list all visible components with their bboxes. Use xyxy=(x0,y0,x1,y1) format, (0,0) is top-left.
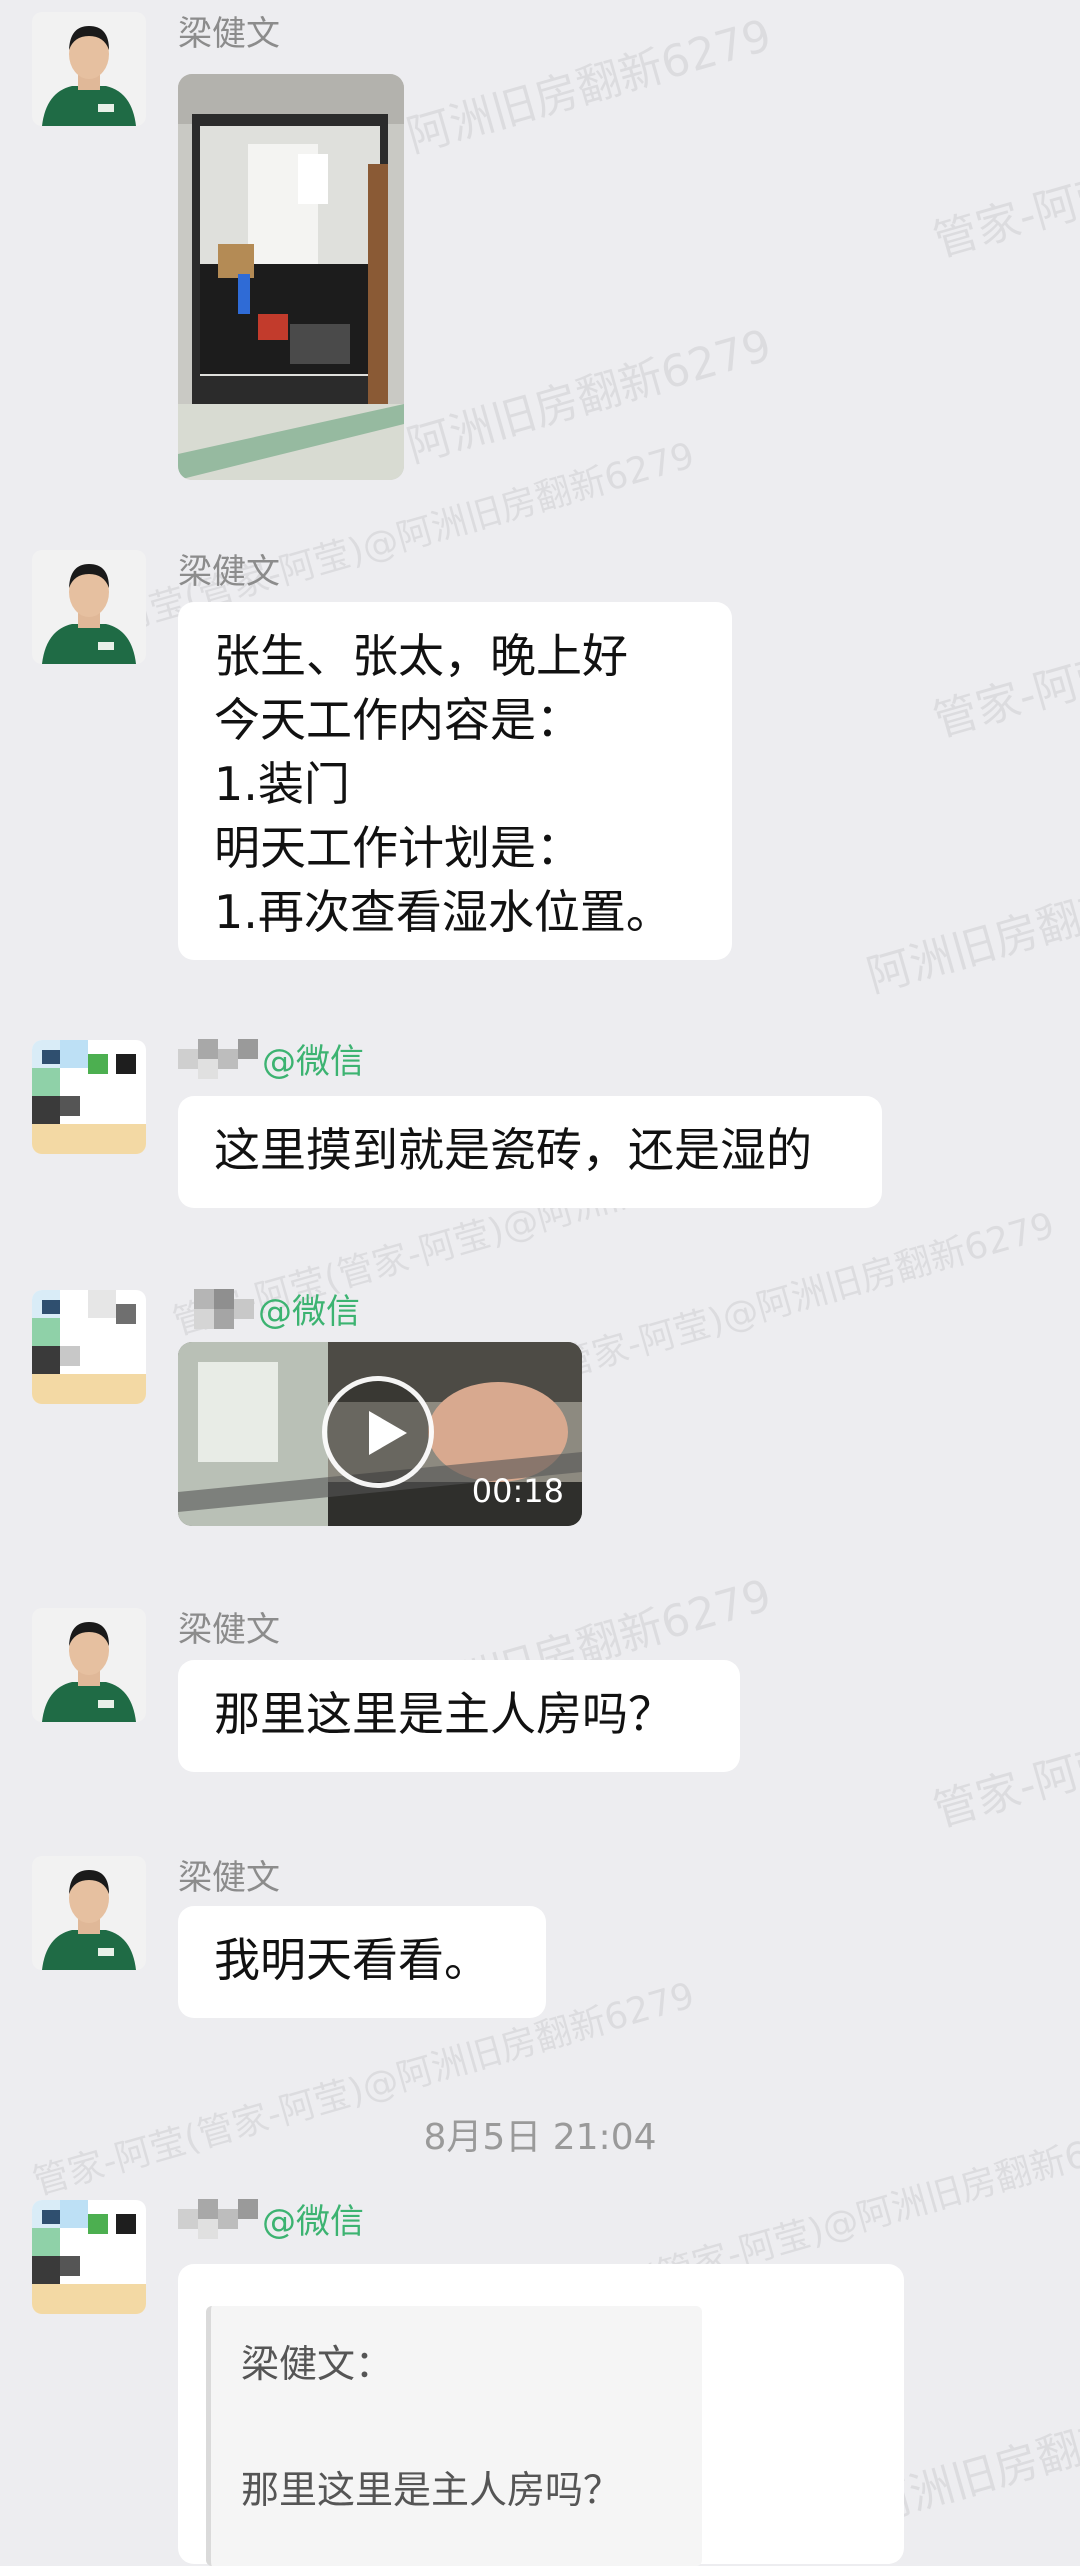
wechat-tag: @微信 xyxy=(258,1292,360,1332)
message-bubble[interactable]: 这里摸到就是瓷砖，还是湿的 xyxy=(178,1096,882,1208)
watermark-text: 阿洲旧房翻新6279 xyxy=(861,849,1080,1003)
message-line: 1.装门 xyxy=(214,757,350,811)
message-bubble[interactable]: 那里这里是主人房吗？ xyxy=(178,1660,740,1772)
sender-name: 梁健文 xyxy=(178,14,280,54)
sender-name: @微信 xyxy=(194,1284,360,1333)
sender-name: 梁健文 xyxy=(178,1610,280,1650)
pixelated-name xyxy=(178,2198,258,2239)
message-line: 1.再次查看湿水位置。 xyxy=(214,885,672,939)
video-duration: 00:18 xyxy=(471,1472,564,1510)
quoted-message[interactable]: 梁健文： 那里这里是主人房吗？ xyxy=(206,2306,702,2566)
message-bubble[interactable]: 张生、张太，晚上好 今天工作内容是： 1.装门 明天工作计划是： 1.再次查看湿… xyxy=(178,602,732,960)
avatar-pixelated[interactable] xyxy=(32,1290,146,1404)
play-icon[interactable] xyxy=(322,1376,434,1488)
watermark-text: 阿洲旧房翻新6279 xyxy=(401,9,777,163)
sender-name: 梁健文 xyxy=(178,1858,280,1898)
wechat-tag: @微信 xyxy=(262,1042,364,1082)
message-line: 张生、张太，晚上好 xyxy=(214,629,628,683)
timestamp: 8月5日 21:04 xyxy=(423,2117,657,2158)
message-line: 明天工作计划是： xyxy=(214,821,582,875)
watermark-text: 管家-阿莹 xyxy=(927,645,1080,748)
message-line: 今天工作内容是： xyxy=(214,693,582,747)
avatar[interactable] xyxy=(32,12,146,126)
sender-name: @微信 xyxy=(178,1034,364,1083)
sender-name: 梁健文 xyxy=(178,552,280,592)
watermark-text: 管家-阿莹 xyxy=(927,1735,1080,1838)
sender-name: @微信 xyxy=(178,2194,364,2243)
avatar[interactable] xyxy=(32,1608,146,1722)
video-message[interactable]: 00:18 xyxy=(178,1342,582,1526)
quote-text: 那里这里是主人房吗？ xyxy=(241,2468,622,2512)
message-bubble[interactable]: 我明天看看。 xyxy=(178,1906,546,2018)
avatar-pixelated[interactable] xyxy=(32,1040,146,1154)
watermark-text: 管家-阿莹 xyxy=(927,165,1080,268)
quote-author: 梁健文： xyxy=(241,2342,394,2386)
avatar[interactable] xyxy=(32,1856,146,1970)
pixelated-name xyxy=(178,1038,258,1079)
wechat-tag: @微信 xyxy=(262,2202,364,2242)
photo-kitchen-doorway[interactable] xyxy=(178,74,404,480)
avatar-pixelated[interactable] xyxy=(32,2200,146,2314)
avatar[interactable] xyxy=(32,550,146,664)
message-bubble[interactable]: 梁健文： 那里这里是主人房吗？ xyxy=(178,2264,904,2566)
watermark-text: 阿洲旧房翻新6279 xyxy=(401,319,777,473)
pixelated-name xyxy=(194,1288,254,1329)
